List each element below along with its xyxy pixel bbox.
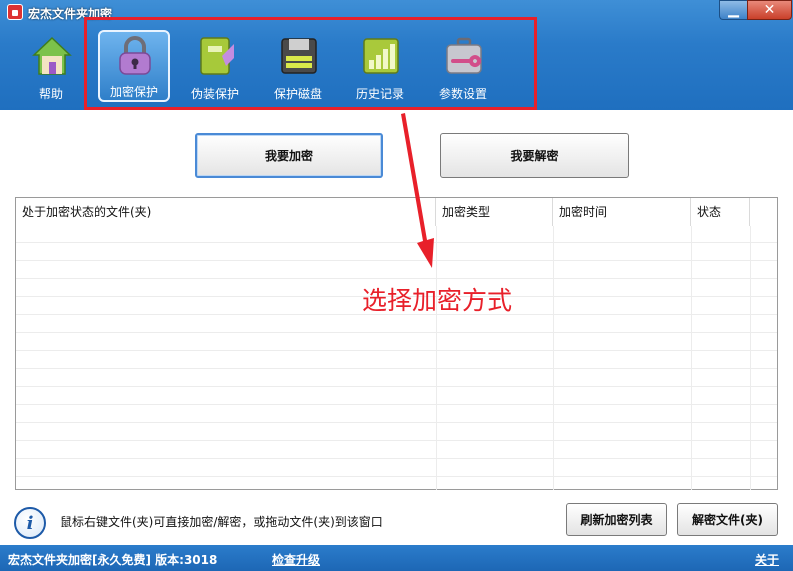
house-icon — [32, 36, 72, 75]
column-header-type[interactable]: 加密类型 — [436, 198, 553, 226]
column-header-files[interactable]: 处于加密状态的文件(夹) — [16, 198, 436, 226]
column-header-status[interactable]: 状态 — [691, 198, 750, 226]
app-lock-icon — [7, 4, 23, 20]
info-icon: i — [14, 507, 46, 539]
column-header-time[interactable]: 加密时间 — [553, 198, 691, 226]
decrypt-file-button[interactable]: 解密文件(夹) — [677, 503, 778, 536]
close-button[interactable]: ✕ — [747, 0, 792, 20]
annotation-highlight-box — [84, 17, 537, 110]
close-icon: ✕ — [763, 2, 776, 18]
hint-text: 鼠标右键文件(夹)可直接加密/解密，或拖动文件(夹)到该窗口 — [60, 515, 383, 529]
decrypt-button[interactable]: 我要解密 — [440, 133, 629, 178]
minimize-icon: ▁ — [728, 2, 739, 18]
app-version-text: 宏杰文件夹加密[永久免费] 版本:3018 — [8, 553, 218, 567]
encrypt-button[interactable]: 我要加密 — [195, 133, 383, 178]
minimize-button[interactable]: ▁ — [719, 0, 747, 20]
status-bar: 宏杰文件夹加密[永久免费] 版本:3018 检查升级 关于 — [0, 545, 793, 571]
toolbar-item-help[interactable]: 帮助 — [16, 32, 86, 102]
annotation-arrow — [401, 113, 434, 268]
annotation-text: 选择加密方式 — [362, 286, 513, 315]
refresh-list-button[interactable]: 刷新加密列表 — [566, 503, 667, 536]
about-link[interactable]: 关于 — [755, 551, 779, 568]
toolbar-label-help: 帮助 — [38, 87, 63, 101]
check-update-link[interactable]: 检查升级 — [272, 551, 320, 568]
